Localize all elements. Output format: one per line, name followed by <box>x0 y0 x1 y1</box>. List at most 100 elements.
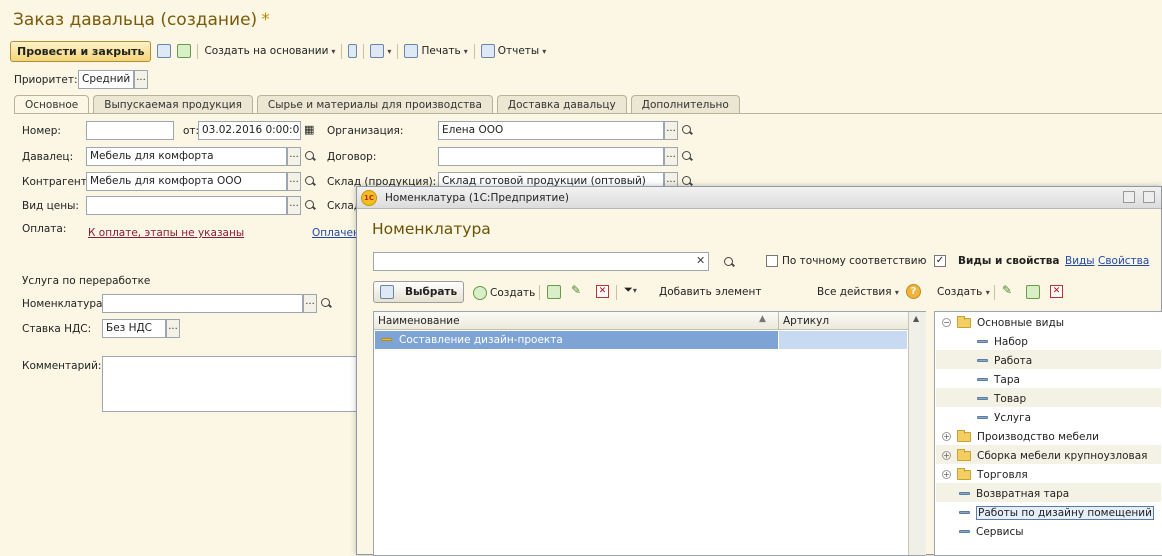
expand-icon[interactable]: + <box>942 470 951 479</box>
print-menu[interactable]: Печать ▾ <box>404 44 468 58</box>
tree-item[interactable]: Товар <box>935 389 1161 408</box>
expand-icon[interactable]: + <box>942 432 951 441</box>
tree-item-label: Набор <box>994 335 1028 348</box>
comment-field[interactable] <box>102 356 362 412</box>
tree-create-menu[interactable]: Создать ▾ <box>937 286 990 298</box>
list-scrollbar[interactable]: ▲ <box>908 312 926 555</box>
search-icon[interactable] <box>304 150 317 163</box>
tab-raw-materials[interactable]: Сырье и материалы для производства <box>256 95 493 113</box>
tree-delete-icon[interactable]: ✕ <box>1050 285 1063 298</box>
create-based-on-menu[interactable]: Создать на основании ▾ <box>204 45 335 57</box>
reports-menu[interactable]: Отчеты ▾ <box>480 44 546 58</box>
search-icon[interactable] <box>304 175 317 188</box>
create-button[interactable]: Создать <box>473 283 535 302</box>
contract-select-button[interactable]: ... <box>664 147 678 166</box>
tree-item[interactable]: Набор <box>935 332 1161 351</box>
vat-select-button[interactable]: ... <box>166 319 180 338</box>
post-icon[interactable] <box>177 44 192 58</box>
calendar-icon[interactable]: ▦ <box>304 123 314 136</box>
nomenclature-select-button[interactable]: ... <box>303 294 317 313</box>
item-icon <box>977 378 988 381</box>
list-icon[interactable] <box>348 44 358 58</box>
column-article-header[interactable]: Артикул <box>783 315 829 327</box>
price-type-select-button[interactable]: ... <box>287 196 301 215</box>
contract-field[interactable] <box>438 147 664 166</box>
clear-icon[interactable]: ✕ <box>696 254 705 267</box>
search-icon[interactable] <box>681 150 694 163</box>
kinds-link[interactable]: Виды <box>1065 255 1095 267</box>
document-structure-menu[interactable]: ▾ <box>370 44 391 58</box>
tree-item[interactable]: Сервисы <box>935 522 1161 541</box>
tree-item-label: Товар <box>994 392 1027 405</box>
toolbar-separator <box>341 43 343 59</box>
nomenclature-list[interactable]: Наименование ▲ Артикул Составление дизай… <box>373 311 926 556</box>
nomenclature-field[interactable] <box>102 294 303 313</box>
filter-icon[interactable]: ⏷▾ <box>624 283 637 297</box>
table-row[interactable]: Составление дизайн-проекта <box>375 331 778 349</box>
tree-item[interactable]: − Основные виды <box>935 313 1161 332</box>
tree-add-icon[interactable] <box>1026 285 1040 299</box>
paid-link[interactable]: Оплачен <box>312 227 360 239</box>
delete-icon[interactable]: ✕ <box>596 285 609 298</box>
organization-select-button[interactable]: ... <box>664 121 678 140</box>
counterparty-label: Контрагент: <box>22 176 91 188</box>
edit-icon[interactable]: ✎ <box>571 283 581 297</box>
dialog-search-input[interactable] <box>373 252 709 271</box>
calculator-icon[interactable] <box>1143 191 1155 203</box>
organization-field[interactable]: Елена ООО <box>438 121 664 140</box>
tree-item[interactable]: + Производство мебели <box>935 427 1161 446</box>
payment-link[interactable]: К оплате, этапы не указаны <box>88 227 244 239</box>
vat-field[interactable]: Без НДС <box>102 319 166 338</box>
priority-field[interactable]: Средний <box>78 70 134 89</box>
tree-item[interactable]: Возвратная тара <box>935 484 1161 503</box>
search-icon[interactable] <box>320 297 333 310</box>
toolbar-separator <box>397 43 399 59</box>
row-name-cell: Составление дизайн-проекта <box>399 334 563 346</box>
organization-label: Организация: <box>327 125 404 137</box>
giver-select-button[interactable]: ... <box>287 147 301 166</box>
tab-additional[interactable]: Дополнительно <box>630 95 740 113</box>
tree-item[interactable]: Услуга <box>935 408 1161 427</box>
tree-edit-icon[interactable]: ✎ <box>1002 283 1012 297</box>
counterparty-select-button[interactable]: ... <box>287 172 301 191</box>
search-icon[interactable] <box>681 124 694 137</box>
collapse-icon[interactable]: − <box>942 318 951 327</box>
save-icon[interactable] <box>157 44 172 58</box>
price-type-field[interactable] <box>86 196 287 215</box>
item-icon <box>959 492 970 495</box>
printer-icon <box>404 44 419 58</box>
expand-icon[interactable]: + <box>942 451 951 460</box>
scroll-up-icon[interactable]: ▲ <box>913 314 919 323</box>
add-copy-icon[interactable] <box>547 285 561 299</box>
tab-output-products[interactable]: Выпускаемая продукция <box>93 95 253 113</box>
toolbar-separator <box>994 285 995 300</box>
list-header: Наименование ▲ Артикул <box>374 312 925 330</box>
post-and-close-button[interactable]: Провести и закрыть <box>10 40 152 62</box>
column-name-header[interactable]: Наименование <box>378 315 460 327</box>
giver-field[interactable]: Мебель для комфорта <box>86 147 287 166</box>
priority-select-button[interactable]: ... <box>134 70 148 89</box>
tab-main[interactable]: Основное <box>14 95 90 114</box>
all-actions-menu[interactable]: Все действия ▾ <box>817 286 899 298</box>
add-element-button[interactable]: Добавить элемент <box>659 286 762 298</box>
tree-item[interactable]: + Сборка мебели крупноузловая <box>935 446 1161 465</box>
help-icon[interactable]: ? <box>906 284 921 299</box>
select-button[interactable]: Выбрать <box>373 281 465 303</box>
tree-item[interactable]: Тара <box>935 370 1161 389</box>
print-label: Печать <box>421 45 461 57</box>
exact-match-checkbox[interactable] <box>766 255 778 267</box>
search-icon[interactable] <box>723 256 736 269</box>
properties-link[interactable]: Свойства <box>1098 255 1149 267</box>
kinds-tree[interactable]: − Основные виды Набор Работа Тара Товар У… <box>934 311 1162 556</box>
number-field[interactable] <box>86 121 174 140</box>
kinds-props-checkbox[interactable]: ✓ <box>934 255 946 267</box>
tab-delivery[interactable]: Доставка давальцу <box>496 95 627 113</box>
counterparty-field[interactable]: Мебель для комфорта ООО <box>86 172 287 191</box>
restore-icon[interactable] <box>1123 191 1135 203</box>
tree-item-selected[interactable]: Работы по дизайну помещений <box>935 503 1161 522</box>
nomenclature-dialog: 1C Номенклатура (1С:Предприятие) Номенкл… <box>356 186 1162 556</box>
date-field[interactable]: 03.02.2016 0:00:00 <box>198 121 301 140</box>
search-icon[interactable] <box>304 199 317 212</box>
tree-item[interactable]: + Торговля <box>935 465 1161 484</box>
tree-item[interactable]: Работа <box>935 351 1161 370</box>
